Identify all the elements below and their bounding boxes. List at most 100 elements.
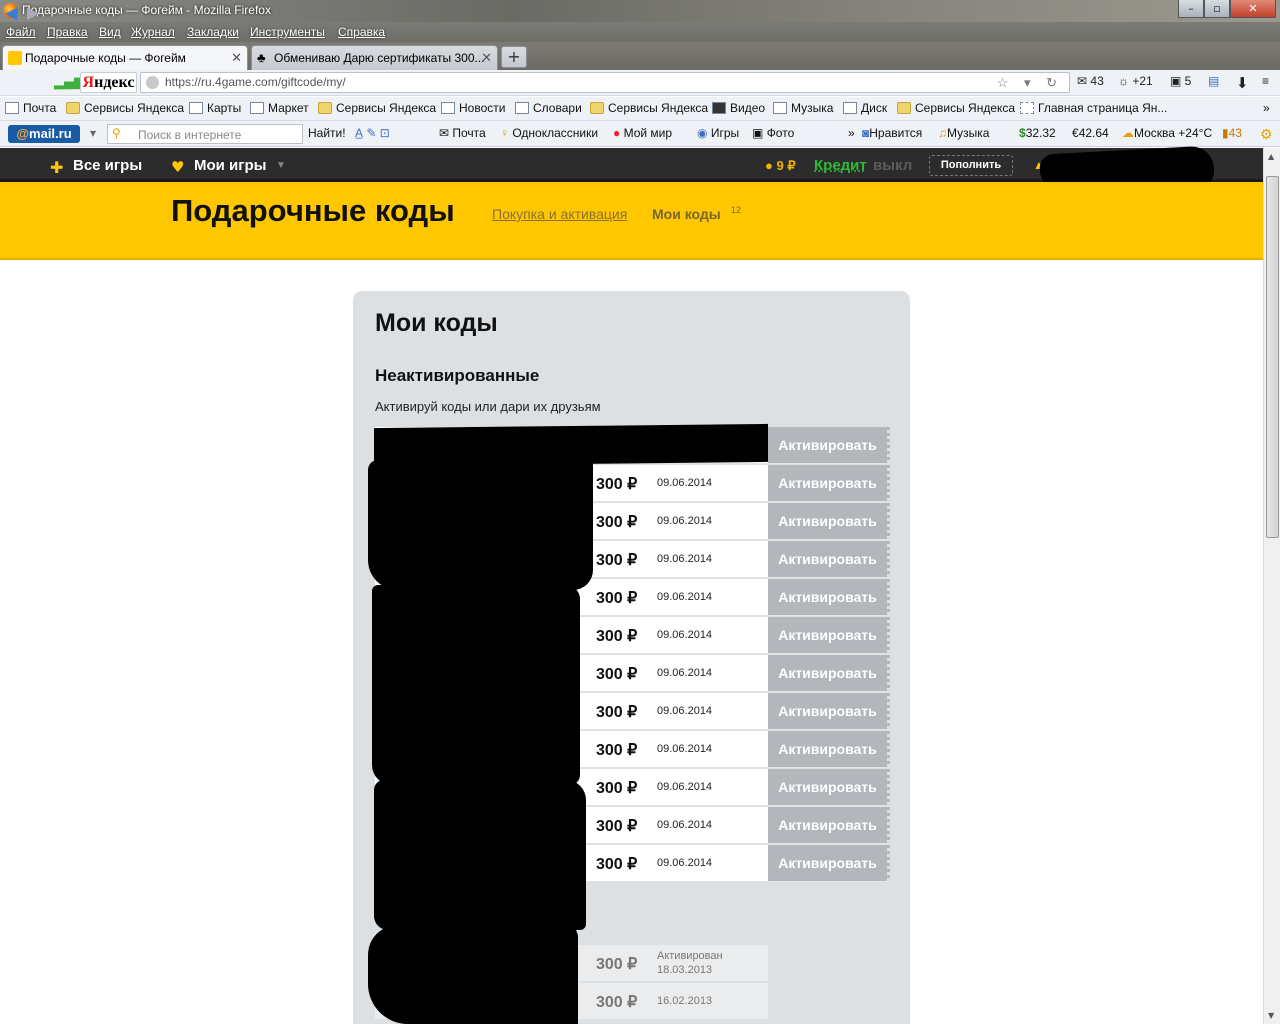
bookmarks-overflow-icon[interactable]: » <box>1263 101 1270 115</box>
download-icon[interactable]: ⬇ <box>1236 74 1249 92</box>
tab-close-icon[interactable]: ✕ <box>481 50 492 66</box>
activate-button[interactable]: Активировать <box>768 693 890 730</box>
code-amount: 300 ₽ <box>596 742 638 759</box>
mailru-music-link[interactable]: ♫Музыка <box>938 126 989 140</box>
bookmark-mail[interactable]: Почта <box>5 101 56 115</box>
scrollbar-thumb[interactable] <box>1266 176 1279 538</box>
bookmark-yandex-services[interactable]: Сервисы Яндекса <box>897 101 1015 115</box>
mailru-ok-link[interactable]: ♀ Одноклассники <box>500 126 598 140</box>
tab-label: Подарочные коды — Фогейм <box>25 51 186 65</box>
scroll-down-icon[interactable]: ▼ <box>1268 1011 1274 1020</box>
bookmark-market[interactable]: Маркет <box>250 101 309 115</box>
activate-button[interactable]: Активировать <box>768 465 890 502</box>
eur-rate[interactable]: €42.64 <box>1072 126 1109 140</box>
activate-button[interactable]: Активировать <box>768 769 890 806</box>
bookmark-video[interactable]: Видео <box>712 101 765 115</box>
back-icon[interactable]: ◀ <box>5 3 17 22</box>
mail-icon[interactable]: ✉ 43 <box>1077 74 1104 88</box>
search-go-button[interactable]: Найти! <box>308 126 346 140</box>
addon-icon[interactable]: ▤ <box>1208 74 1219 88</box>
toolbar-overflow-icon[interactable]: » <box>848 126 855 140</box>
weather-icon[interactable]: ☼ +21 <box>1118 74 1153 88</box>
folder-icon <box>897 102 911 114</box>
minimize-icon[interactable]: – <box>1178 0 1204 18</box>
tab-giftcodes[interactable]: Подарочные коды — Фогейм ✕ <box>2 45 248 70</box>
activate-button[interactable]: Активировать <box>768 579 890 616</box>
yandex-logo[interactable]: Яндекс <box>80 72 137 93</box>
activate-button[interactable]: Активировать <box>768 503 890 540</box>
mailru-myworld-link[interactable]: ● Мой мир <box>613 126 672 140</box>
chevron-down-icon[interactable]: ▼ <box>276 160 286 171</box>
tab-close-icon[interactable]: ✕ <box>231 50 242 66</box>
redaction-block <box>368 460 593 590</box>
bookmark-label: Словари <box>533 101 582 115</box>
mailru-messages[interactable]: ▮43 <box>1222 126 1242 140</box>
mailru-games-link[interactable]: ◉ Игры <box>697 126 739 140</box>
4game-favicon-icon <box>8 51 22 65</box>
settings-gear-icon[interactable]: ⚙ <box>1260 126 1273 143</box>
bookmark-yandex-services[interactable]: Сервисы Яндекса <box>66 101 184 115</box>
bookmark-music[interactable]: Музыка <box>773 101 833 115</box>
mailru-search-input[interactable]: Поиск в интернете <box>107 124 303 144</box>
bookmark-yandex-services[interactable]: Сервисы Яндекса <box>318 101 436 115</box>
my-codes-tab[interactable]: Мои коды <box>652 206 721 222</box>
tab-exchange[interactable]: ♣ Обмениваю Дарю сертификаты 300... ✕ <box>251 45 498 70</box>
balance[interactable]: ● 9 ₽ <box>765 158 796 174</box>
bookmark-dictionaries[interactable]: Словари <box>515 101 582 115</box>
menu-help[interactable]: Справка <box>338 25 385 39</box>
mailru-mail-link[interactable]: ✉ Почта <box>439 126 486 140</box>
menu-bookmarks[interactable]: Закладки <box>187 25 239 39</box>
activate-button[interactable]: Активировать <box>768 655 890 692</box>
address-bar[interactable]: https://ru.4game.com/giftcode/my/ ☆ ▾ ↻ <box>140 72 1070 93</box>
scroll-up-icon[interactable]: ▲ <box>1268 152 1274 161</box>
page-scrollbar[interactable]: ▲ ▼ <box>1263 148 1280 1024</box>
forward-icon[interactable]: ▶ <box>27 3 39 22</box>
activate-button[interactable]: Активировать <box>768 807 890 844</box>
maximize-icon[interactable]: ▫ <box>1204 0 1230 18</box>
bookmark-yandex-services[interactable]: Сервисы Яндекса <box>590 101 708 115</box>
counter-icon[interactable]: ▣ 5 <box>1170 74 1191 88</box>
translate-icon[interactable]: A̲ ✎ ⊡ <box>355 126 390 140</box>
buy-activate-link[interactable]: Покупка и активация <box>492 206 627 222</box>
bookmark-maps[interactable]: Карты <box>189 101 241 115</box>
tab-strip: Подарочные коды — Фогейм ✕ ♣ Обмениваю Д… <box>0 42 1280 70</box>
search-icon: ⚲ <box>112 126 121 140</box>
mailru-like-link[interactable]: ◙Нравится <box>862 126 922 140</box>
weather-widget[interactable]: ☁Москва +24°C <box>1122 126 1212 140</box>
code-date: 18.03.2013 <box>657 964 713 976</box>
activate-button[interactable]: Активировать <box>768 731 890 768</box>
activate-button[interactable]: Активировать <box>768 541 890 578</box>
bookmark-news[interactable]: Новости <box>441 101 505 115</box>
bookmark-yandex-home[interactable]: Главная страница Ян... <box>1020 101 1167 115</box>
close-icon[interactable]: ✕ <box>1230 0 1276 18</box>
menu-file[interactable]: Файл <box>6 25 36 39</box>
bookmark-disk[interactable]: Диск <box>843 101 887 115</box>
menu-more-icon[interactable]: ≡ <box>1262 74 1269 88</box>
menu-view[interactable]: Вид <box>99 25 121 39</box>
menu-tools[interactable]: Инструменты <box>250 25 325 39</box>
code-amount: 300 ₽ <box>596 818 638 835</box>
new-tab-button[interactable]: + <box>501 46 527 68</box>
globe-icon <box>146 76 159 89</box>
usd-rate[interactable]: $32.32 <box>1019 126 1056 140</box>
dollar-icon: $ <box>1019 126 1026 140</box>
all-games-link[interactable]: Все игры <box>73 157 142 174</box>
menu-history[interactable]: Журнал <box>131 25 175 39</box>
refill-button[interactable]: Пополнить <box>929 155 1013 176</box>
credit-link[interactable]: Кредит <box>814 157 867 174</box>
mailru-logo[interactable]: @mail.ru <box>8 125 80 143</box>
bookmark-label: Главная страница Ян... <box>1038 101 1168 115</box>
code-date: 09.06.2014 <box>657 705 713 717</box>
bookmark-label: Видео <box>730 101 766 115</box>
euro-icon: € <box>1072 126 1079 140</box>
my-games-link[interactable]: Мои игры <box>194 157 267 174</box>
mailru-dropdown-icon[interactable]: ▾ <box>90 126 96 140</box>
activate-button[interactable]: Активировать <box>768 427 890 464</box>
menu-edit[interactable]: Правка <box>47 25 88 39</box>
mailru-photo-link[interactable]: ▣ Фото <box>752 126 794 140</box>
activate-button[interactable]: Активировать <box>768 617 890 654</box>
search-placeholder: Поиск в интернете <box>138 128 242 142</box>
mail-icon <box>5 102 19 114</box>
activate-button[interactable]: Активировать <box>768 845 890 882</box>
puzzle-icon: ✚ <box>50 158 64 177</box>
